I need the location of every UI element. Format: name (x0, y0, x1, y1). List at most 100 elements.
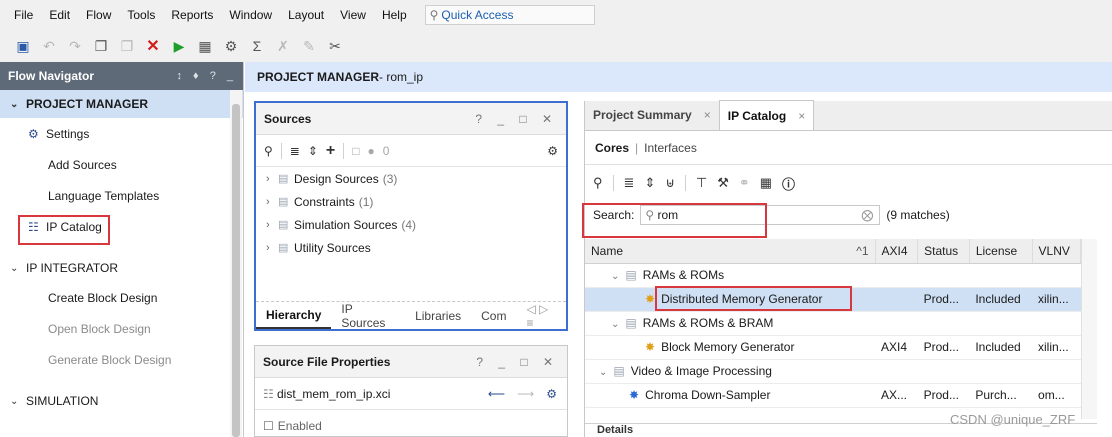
tab-compile-order[interactable]: Com (471, 309, 516, 323)
pencil-icon[interactable]: ✎ (298, 35, 320, 57)
close-icon[interactable]: × (704, 108, 711, 122)
open-project-icon[interactable]: ▣ (12, 35, 34, 57)
cut-icon[interactable]: ✂ (324, 35, 346, 57)
collapse-all-icon[interactable]: ≣ (290, 144, 300, 158)
nav-item-generate-block-design[interactable]: Generate Block Design (0, 344, 243, 375)
column-header-vlnv[interactable]: VLNV (1032, 239, 1082, 264)
scrollbar-thumb[interactable] (232, 104, 240, 437)
flow-navigator-controls[interactable]: ↕ ♦ ? _ (176, 70, 237, 82)
panel-window-controls[interactable]: ? _ □ ✕ (476, 355, 559, 369)
chevron-right-icon[interactable]: › (266, 196, 278, 208)
clear-search-icon[interactable]: ⨂ (861, 208, 873, 222)
gear-icon[interactable]: ⚙ (546, 387, 557, 401)
menu-layout[interactable]: Layout (280, 8, 332, 22)
source-file-row: ☷ dist_mem_rom_ip.xci ⟵ ⟶ ⚙ (255, 378, 567, 410)
column-label: Name (591, 243, 624, 258)
chevron-down-icon[interactable]: ⌄ (611, 271, 619, 282)
undo-icon[interactable]: ↶ (38, 35, 60, 57)
sigma-icon[interactable]: Σ (246, 35, 268, 57)
expand-all-icon[interactable]: ⇕ (644, 175, 655, 191)
tree-item-constraints[interactable]: › ▤ Constraints (1) (256, 190, 566, 213)
table-row[interactable]: ⌄ ▤ RAMs & ROMs (585, 263, 1081, 288)
chevron-right-icon[interactable]: › (266, 242, 278, 254)
search-icon[interactable]: ⚲ (593, 175, 603, 191)
nav-item-language-templates[interactable]: Language Templates (0, 180, 243, 211)
redo-icon[interactable]: ↷ (64, 35, 86, 57)
column-header-status[interactable]: Status (917, 239, 970, 264)
cell-vlnv (1032, 263, 1081, 288)
back-arrow-icon[interactable]: ⟵ (488, 387, 505, 401)
delete-icon[interactable]: ✕ (142, 35, 164, 57)
ip-core-icon: ✸ (645, 340, 656, 354)
menu-view[interactable]: View (332, 8, 374, 22)
folder-icon: ▤ (625, 316, 637, 330)
nav-item-create-block-design[interactable]: Create Block Design (0, 282, 243, 313)
table-row[interactable]: ⌄ ▤ RAMs & ROMs & BRAM (585, 311, 1081, 336)
add-icon[interactable]: + (326, 142, 335, 160)
tab-ip-sources[interactable]: IP Sources (331, 302, 405, 330)
menu-edit[interactable]: Edit (41, 8, 78, 22)
tree-item-design-sources[interactable]: › ▤ Design Sources (3) (256, 167, 566, 190)
tool-disabled-icon[interactable]: ✗ (272, 35, 294, 57)
copy-icon[interactable]: ❐ (90, 35, 112, 57)
column-header-name[interactable]: Name ^1 (585, 239, 876, 264)
tab-ip-catalog[interactable]: IP Catalog × (718, 100, 815, 130)
table-scrollbar[interactable] (1081, 239, 1097, 419)
tab-project-summary[interactable]: Project Summary × (585, 100, 719, 130)
tree-item-utility-sources[interactable]: › ▤ Utility Sources (256, 236, 566, 259)
chevron-down-icon[interactable]: ⌄ (599, 367, 607, 378)
tree-item-simulation-sources[interactable]: › ▤ Simulation Sources (4) (256, 213, 566, 236)
nav-item-label: Generate Block Design (48, 352, 172, 367)
run-icon[interactable]: ▶ (168, 35, 190, 57)
table-row[interactable]: ✸ Chroma Down-Sampler AX... Prod... Purch… (585, 383, 1081, 408)
search-icon[interactable]: ⚲ (264, 144, 273, 158)
settings-icon[interactable]: ⚙ (220, 35, 242, 57)
chip-icon[interactable]: ▦ (760, 175, 772, 191)
gear-icon[interactable]: ⚙ (547, 144, 558, 158)
nav-section-ip-integrator[interactable]: ⌄ IP INTEGRATOR (0, 254, 243, 282)
filter-icon[interactable]: ⊎ (665, 175, 675, 191)
tab-hierarchy[interactable]: Hierarchy (256, 302, 332, 329)
table-row[interactable]: ⌄ ▤ Video & Image Processing (585, 359, 1081, 384)
collapse-all-icon[interactable]: ≣ (624, 175, 635, 191)
hierarchy-icon[interactable]: ⊤ (696, 175, 707, 191)
cell-name: ✸ Block Memory Generator (585, 335, 875, 360)
panel-window-controls[interactable]: ? _ □ ✕ (475, 112, 558, 126)
paste-icon[interactable]: ❐ (116, 35, 138, 57)
column-header-license[interactable]: License (969, 239, 1033, 264)
menu-window[interactable]: Window (221, 8, 280, 22)
subtab-interfaces[interactable]: Interfaces (644, 141, 697, 155)
nav-section-simulation[interactable]: ⌄ SIMULATION (0, 387, 243, 415)
info-icon[interactable]: ⓘ (782, 174, 795, 193)
chevron-right-icon[interactable]: › (266, 173, 278, 185)
close-icon[interactable]: × (798, 109, 805, 123)
forward-arrow-icon[interactable]: ⟶ (517, 387, 534, 401)
nav-section-project-manager[interactable]: ⌄ PROJECT MANAGER (0, 90, 243, 118)
table-row[interactable]: ✸ Block Memory Generator AXI4 Prod... Inc… (585, 335, 1081, 360)
navigator-scrollbar[interactable] (230, 90, 242, 437)
ip-core-icon: ✸ (629, 388, 640, 402)
help-doc-icon[interactable]: □ (352, 144, 359, 158)
link-icon[interactable]: ⚭ (739, 175, 750, 191)
folder-icon: ▤ (278, 219, 289, 231)
menu-tools[interactable]: Tools (119, 8, 163, 22)
menu-help[interactable]: Help (374, 8, 415, 22)
nav-item-open-block-design[interactable]: Open Block Design (0, 313, 243, 344)
wrench-icon[interactable]: ⚒ (717, 175, 729, 191)
folder-icon: ▤ (278, 196, 289, 208)
column-header-axi4[interactable]: AXI4 (875, 239, 919, 264)
menu-reports[interactable]: Reports (163, 8, 221, 22)
subtab-cores[interactable]: Cores (595, 141, 629, 155)
menu-file[interactable]: File (6, 8, 41, 22)
chevron-down-icon[interactable]: ⌄ (611, 319, 619, 330)
chevron-right-icon[interactable]: › (266, 219, 278, 231)
quick-access-input[interactable]: ⚲ Quick Access (424, 5, 595, 25)
program-device-icon[interactable]: ▦ (194, 35, 216, 57)
nav-item-settings[interactable]: ⚙ Settings (0, 118, 243, 149)
tab-scroll-arrows[interactable]: ◁ ▷ ≡ (516, 302, 566, 330)
enabled-checkbox[interactable]: ☐ (263, 419, 274, 433)
nav-item-add-sources[interactable]: Add Sources (0, 149, 243, 180)
menu-flow[interactable]: Flow (78, 8, 119, 22)
tab-libraries[interactable]: Libraries (405, 309, 471, 323)
expand-all-icon[interactable]: ⇕ (308, 144, 318, 158)
